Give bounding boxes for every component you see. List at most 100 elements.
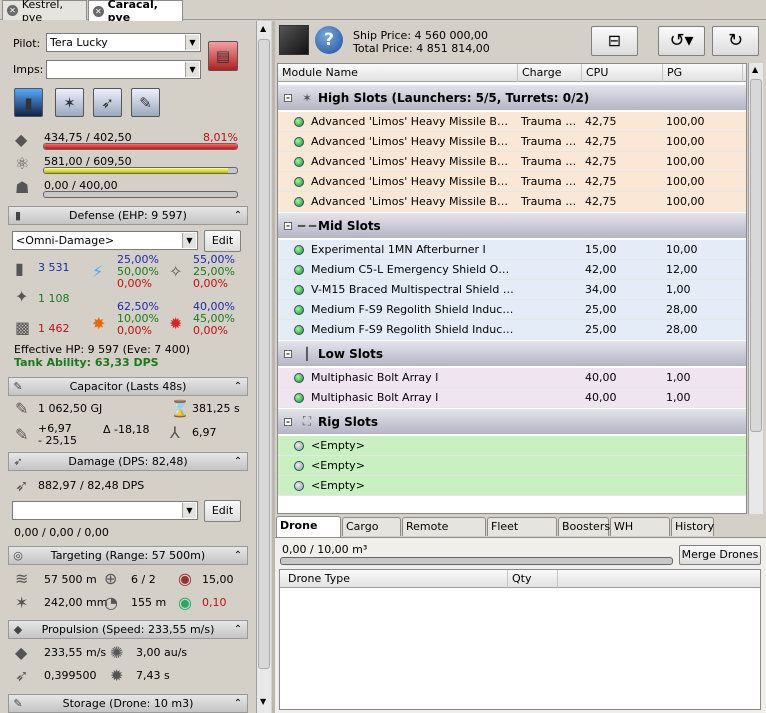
rack-header[interactable]: – ✶ High Slots (Launchers: 5/5, Turrets: 0… [278,84,746,110]
module-row[interactable]: Experimental 1MN Afterburner I 15,00 10,00 [278,240,746,260]
redo-icon: ↻ [727,30,744,51]
rack-header[interactable]: – ━ ━ Mid Slots [278,212,746,238]
chevron-down-icon[interactable]: ▼ [185,62,199,77]
col-module-name[interactable]: Module Name [278,64,518,82]
edit-target-button[interactable]: Edit [204,500,241,522]
cap-delta-out: - 25,15 [38,434,77,447]
module-row[interactable]: Medium F-S9 Regolith Shield Induction 25,… [278,300,746,320]
targeting-section-header[interactable]: ◎ Targeting (Range: 57 500m) ⌃ [8,546,248,565]
module-row[interactable]: Advanced 'Limos' Heavy Missile Bay I Trau… [278,172,746,192]
collapse-icon[interactable]: ⌃ [229,698,247,709]
module-row[interactable]: Advanced 'Limos' Heavy Missile Bay I Trau… [278,192,746,212]
module-state-icon[interactable] [294,373,304,383]
tab-remote-effects[interactable]: Remote Effects [402,517,486,550]
capacitor-section-header[interactable]: ✎ Capacitor (Lasts 48s) ⌃ [8,377,248,396]
module-state-icon[interactable] [294,157,304,167]
module-row[interactable]: Medium C5-L Emergency Shield Overlo... 42… [278,260,746,280]
defense-section-header[interactable]: ▮ Defense (EHP: 9 597) ⌃ [8,206,248,225]
scrollbar-thumb[interactable] [750,79,762,432]
scroll-down-icon[interactable]: ▼ [260,697,266,706]
collapse-icon[interactable]: ⌃ [229,550,247,561]
chevron-down-icon[interactable]: ▼ [182,503,196,518]
pilot-select[interactable]: Tera Lucky ▼ [46,33,201,52]
collapse-icon[interactable]: ⌃ [229,624,247,635]
close-tab-icon[interactable]: ✕ [7,5,18,16]
module-charge [521,436,579,456]
module-state-icon[interactable] [294,481,304,491]
rack-icon: ⛶ [302,414,312,428]
tab-kestrel[interactable]: ✕ Kestrel, pve [2,0,87,24]
undo-button[interactable]: ↺▾ [658,26,705,56]
chevron-down-icon[interactable]: ▼ [185,35,199,50]
module-state-icon[interactable] [294,117,304,127]
module-state-icon[interactable] [294,461,304,471]
tab-wh-effects[interactable]: WH Effects [610,517,670,550]
module-state-icon[interactable] [294,305,304,315]
tab-history[interactable]: History [671,517,714,536]
col-cpu[interactable]: CPU [582,64,663,82]
imps-select[interactable]: ▼ [46,60,201,79]
stats-scrollbar[interactable]: ▲ ▼ [256,21,271,713]
module-state-icon[interactable] [294,197,304,207]
module-row[interactable]: Advanced 'Limos' Heavy Missile Bay I Trau… [278,112,746,132]
merge-drones-button[interactable]: Merge Drones [679,545,761,565]
module-state-icon[interactable] [294,393,304,403]
collapse-icon[interactable]: – [284,349,292,358]
module-state-icon[interactable] [294,137,304,147]
collapse-icon[interactable]: ⌃ [229,381,247,392]
col-drone-type[interactable]: Drone Type [280,570,508,588]
damage-section-header[interactable]: ➶ Damage (DPS: 82,48) ⌃ [8,452,248,471]
target-profile-select[interactable]: ▼ [12,501,198,520]
tab-boosters[interactable]: Boosters [558,517,610,536]
module-state-icon[interactable] [294,441,304,451]
module-row[interactable]: Multiphasic Bolt Array I 40,00 1,00 [278,388,746,408]
scrollbar-thumb[interactable] [258,39,270,669]
rack-header[interactable]: – ┃ Low Slots [278,340,746,366]
module-state-icon[interactable] [294,325,304,335]
collapse-icon[interactable]: – [284,417,292,426]
scroll-up-icon[interactable]: ▲ [260,24,266,33]
rack-header[interactable]: – ⛶ Rig Slots [278,408,746,434]
help-icon[interactable]: ? [315,26,343,54]
collapse-icon[interactable]: ⌃ [229,210,247,221]
collapse-icon[interactable]: – [284,221,292,230]
scroll-up-icon[interactable]: ▲ [752,65,758,74]
chevron-down-icon[interactable]: ▼ [182,233,196,248]
ship-icon-2[interactable]: ➶ [93,88,122,117]
module-row[interactable]: Multiphasic Bolt Array I 40,00 1,00 [278,368,746,388]
module-row[interactable]: Advanced 'Limos' Heavy Missile Bay I Trau… [278,152,746,172]
propulsion-section-header[interactable]: ◆ Propulsion (Speed: 233,55 m/s) ⌃ [8,620,248,639]
storage-icon: ✎ [13,697,23,710]
module-state-icon[interactable] [294,177,304,187]
storage-section-header[interactable]: ✎ Storage (Drone: 10 m3) ⌃ [8,694,248,713]
col-pg[interactable]: PG [663,64,743,82]
ship-icon-1[interactable]: ✶ [55,88,84,117]
module-row[interactable]: <Empty> [278,456,746,476]
module-row[interactable]: Medium F-S9 Regolith Shield Induction 25,… [278,320,746,340]
collapse-icon[interactable]: ⌃ [229,456,247,467]
damage-profile-select[interactable]: <Omni-Damage> ▼ [12,231,198,250]
module-row[interactable]: <Empty> [278,476,746,496]
module-row[interactable]: Advanced 'Limos' Heavy Missile Bay I Trau… [278,132,746,152]
close-tab-icon[interactable]: ✕ [93,5,104,17]
character-sheet-icon[interactable]: ▤ [208,41,238,71]
module-state-icon[interactable] [294,285,304,295]
ship-icon-3[interactable]: ✎ [131,88,160,117]
module-state-icon[interactable] [294,265,304,275]
tab-cargo-bay[interactable]: Cargo Bay [342,517,401,550]
module-scrollbar[interactable]: ▲ [748,63,763,514]
tab-drone-bay[interactable]: Drone Bay [276,516,341,549]
col-charge[interactable]: Charge [518,64,582,82]
layout-button[interactable]: ⊟ [591,26,638,56]
module-name: Multiphasic Bolt Array I [311,371,439,384]
ship-mode-icon[interactable]: ▮ [14,88,43,117]
collapse-icon[interactable]: – [284,93,292,102]
module-row[interactable]: <Empty> [278,436,746,456]
tab-caracal[interactable]: ✕ Caracal, pve [88,0,183,24]
module-row[interactable]: V-M15 Braced Multispectral Shield Matrix… [278,280,746,300]
module-state-icon[interactable] [294,245,304,255]
col-qty[interactable]: Qty [508,570,558,588]
redo-button[interactable]: ↻ [712,26,759,56]
tab-fleet-effects[interactable]: Fleet Effects [487,517,557,550]
edit-profile-button[interactable]: Edit [204,230,241,252]
